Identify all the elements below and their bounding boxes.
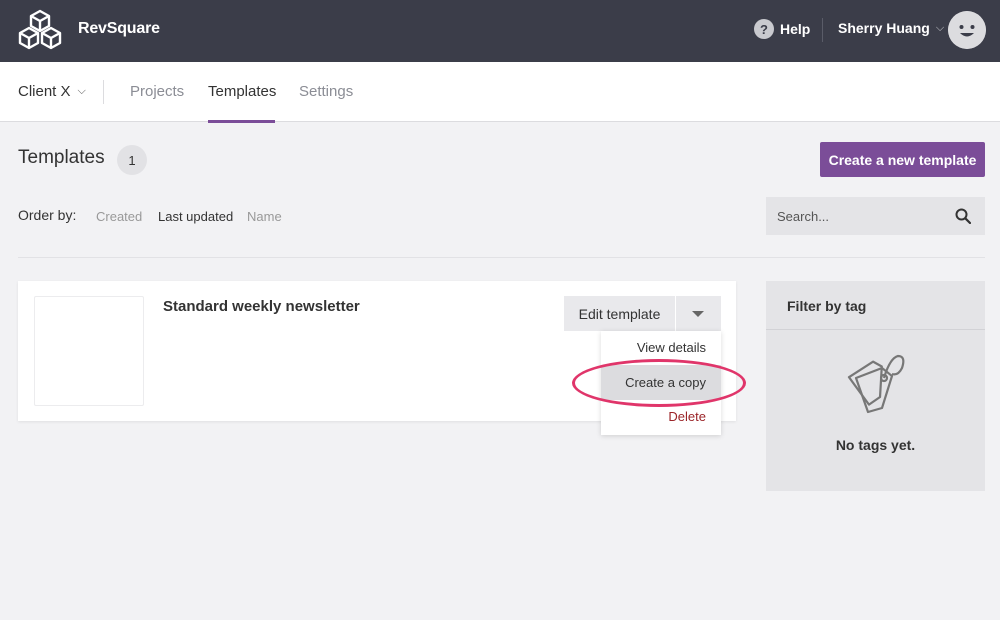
user-menu[interactable]: Sherry Huang ⌵ <box>838 20 944 36</box>
sub-navigation: Client X ⌵ Projects Templates Settings <box>0 62 1000 123</box>
revsquare-logo-icon[interactable] <box>17 9 63 53</box>
help-link[interactable]: ? Help <box>754 19 810 39</box>
edit-template-button[interactable]: Edit template <box>564 296 675 331</box>
tab-templates[interactable]: Templates <box>208 83 276 100</box>
template-actions-dropdown-button[interactable] <box>676 296 721 331</box>
menu-item-view-details[interactable]: View details <box>637 340 706 355</box>
template-thumbnail[interactable] <box>34 296 144 406</box>
create-new-template-button[interactable]: Create a new template <box>820 142 985 177</box>
caret-down-icon <box>692 311 704 317</box>
filter-title: Filter by tag <box>787 298 867 314</box>
active-tab-indicator <box>208 120 275 123</box>
search-icon[interactable] <box>955 208 971 224</box>
top-bar: RevSquare ? Help Sherry Huang ⌵ <box>0 0 1000 62</box>
template-count-badge: 1 <box>117 145 147 175</box>
help-icon: ? <box>754 19 774 39</box>
order-by-label: Order by: <box>18 207 77 223</box>
filter-by-tag-panel: Filter by tag No tags yet. <box>766 281 985 491</box>
highlight-ring-annotation <box>572 359 746 407</box>
help-label: Help <box>780 21 811 37</box>
menu-item-delete[interactable]: Delete <box>668 409 706 424</box>
client-label: Client X <box>18 83 71 100</box>
topbar-divider <box>822 18 823 42</box>
order-option-name[interactable]: Name <box>247 209 282 224</box>
tab-projects[interactable]: Projects <box>130 83 184 100</box>
subnav-divider <box>103 80 104 104</box>
tag-icon <box>847 354 905 414</box>
order-option-created[interactable]: Created <box>96 209 142 224</box>
order-option-last-updated[interactable]: Last updated <box>158 209 233 224</box>
chevron-down-icon: ⌵ <box>935 21 945 34</box>
tab-settings[interactable]: Settings <box>299 83 353 100</box>
search-input[interactable] <box>766 197 985 235</box>
avatar[interactable] <box>948 11 986 49</box>
template-title[interactable]: Standard weekly newsletter <box>163 298 360 315</box>
brand-name[interactable]: RevSquare <box>78 20 160 38</box>
search-box <box>766 197 985 235</box>
page-title: Templates <box>18 147 105 168</box>
section-divider <box>18 257 985 258</box>
chevron-down-icon: ⌵ <box>77 85 86 97</box>
no-tags-message: No tags yet. <box>835 437 916 453</box>
filter-divider <box>766 329 985 330</box>
client-selector[interactable]: Client X ⌵ <box>18 83 86 100</box>
user-name: Sherry Huang <box>838 20 930 36</box>
